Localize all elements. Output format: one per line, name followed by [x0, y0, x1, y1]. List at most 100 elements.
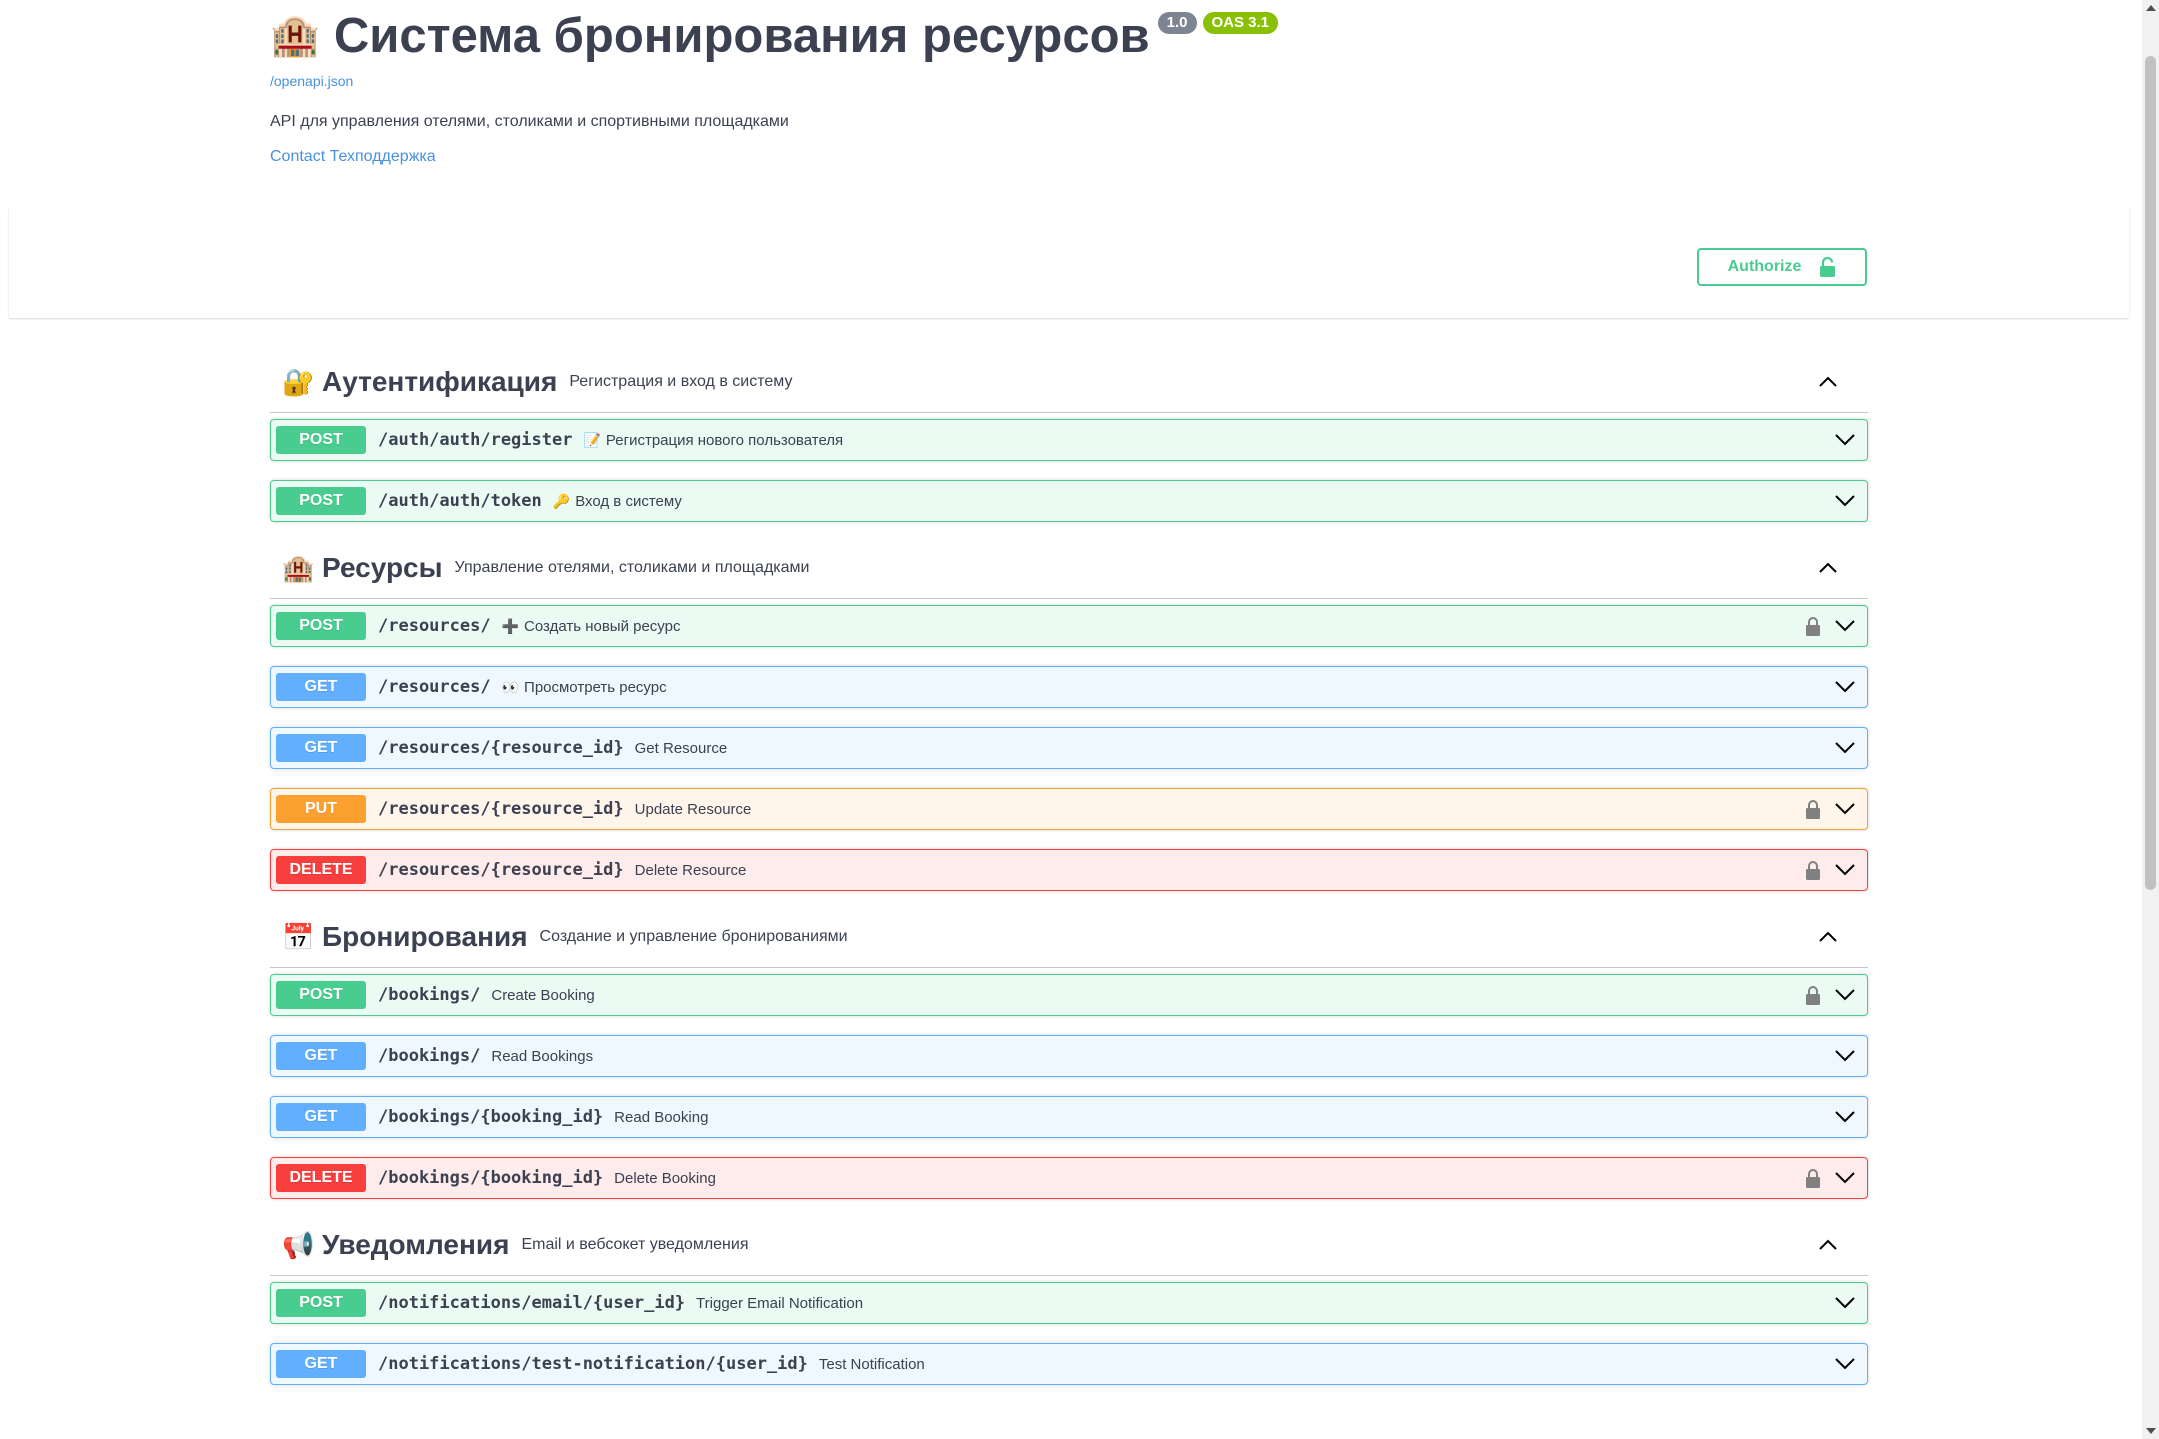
operation-get[interactable]: GET/bookings/Read Bookings [270, 1035, 1868, 1077]
operation-summary: Create Booking [491, 987, 594, 1004]
tag-section: 📢 Уведомления Email и вебсокет уведомления… [270, 1215, 1868, 1385]
operation-summary: Trigger Email Notification [696, 1295, 863, 1312]
operation-path[interactable]: /resources/{resource_id} [378, 738, 624, 758]
operation-post[interactable]: POST/auth/auth/token 🔑 Вход в систему [270, 480, 1868, 522]
openapi-json-link[interactable]: /openapi.json [270, 72, 1870, 90]
expand-chevron-down-icon[interactable] [1835, 1048, 1855, 1064]
operation-post[interactable]: POST/notifications/email/{user_id} Trigge… [270, 1282, 1868, 1324]
operation-put[interactable]: PUT/resources/{resource_id} Update Resour… [270, 788, 1868, 830]
scroll-up-arrow-icon[interactable] [2146, 5, 2156, 11]
tag-section: 🔐 Аутентификация Регистрация и вход в сист… [270, 352, 1868, 522]
expand-chevron-down-icon[interactable] [1835, 862, 1855, 878]
expand-chevron-down-icon[interactable] [1835, 801, 1855, 817]
method-badge: PUT [276, 795, 366, 823]
contact-link[interactable]: Contact Техподдержка [270, 147, 1870, 167]
operation-path[interactable]: /resources/{resource_id} [378, 799, 624, 819]
operation-post[interactable]: POST/auth/auth/register 📝 Регистрация ново… [270, 419, 1868, 461]
tag-name[interactable]: Уведомления [322, 1229, 509, 1261]
tag-name[interactable]: Ресурсы [322, 552, 443, 584]
expand-chevron-down-icon[interactable] [1835, 618, 1855, 634]
collapse-chevron-up-icon[interactable] [1818, 1235, 1838, 1255]
method-badge: POST [276, 612, 366, 640]
expand-chevron-down-icon[interactable] [1835, 1356, 1855, 1372]
operation-path[interactable]: /auth/auth/register [378, 430, 572, 450]
expand-chevron-down-icon[interactable] [1835, 987, 1855, 1003]
tag-header[interactable]: 📅 Бронирования Создание и управление брони… [270, 907, 1868, 968]
operation-summary: Read Bookings [491, 1048, 593, 1065]
operation-path[interactable]: /bookings/{booking_id} [378, 1107, 603, 1127]
tag-header[interactable]: 🏨 Ресурсы Управление отелями, столиками и … [270, 538, 1868, 599]
operation-path[interactable]: /auth/auth/token [378, 491, 542, 511]
tag-header[interactable]: 🔐 Аутентификация Регистрация и вход в сист… [270, 352, 1868, 413]
tag-emoji-icon: 🏨 [282, 552, 315, 583]
operation-summary-text: Регистрация нового пользователя [605, 431, 844, 449]
collapse-chevron-up-icon[interactable] [1818, 372, 1838, 392]
collapse-chevron-up-icon[interactable] [1818, 558, 1838, 578]
method-badge: GET [276, 1350, 366, 1378]
method-badge: POST [276, 981, 366, 1009]
operation-summary: Test Notification [819, 1356, 925, 1373]
operation-path[interactable]: /resources/ [378, 677, 491, 697]
scrollbar-thumb[interactable] [2145, 56, 2156, 890]
operation-summary-text: Update Resource [634, 800, 752, 818]
unlocked-icon [1820, 257, 1836, 277]
tag-name[interactable]: Бронирования [322, 921, 528, 953]
summary-emoji-icon: 📝 [583, 431, 601, 448]
operation-get[interactable]: GET/resources/{resource_id} Get Resource [270, 727, 1868, 769]
operation-post[interactable]: POST/resources/ ➕ Создать новый ресурс [270, 605, 1868, 647]
lock-icon[interactable] [1805, 860, 1821, 880]
title-row: 🏨 Система бронирования ресурсов 1.0 OAS … [270, 10, 1870, 72]
lock-icon[interactable] [1805, 1168, 1821, 1188]
operation-path[interactable]: /resources/ [378, 616, 491, 636]
operation-path[interactable]: /bookings/ [378, 985, 480, 1005]
collapse-chevron-up-icon[interactable] [1818, 927, 1838, 947]
operation-summary-text: Get Resource [634, 739, 728, 757]
expand-chevron-down-icon[interactable] [1835, 740, 1855, 756]
tag-name[interactable]: Аутентификация [322, 366, 557, 398]
operation-summary-text: Вход в систему [575, 492, 682, 510]
lock-icon[interactable] [1805, 985, 1821, 1005]
operation-summary-text: Delete Resource [634, 861, 747, 879]
operation-summary: Update Resource [635, 801, 752, 818]
operation-summary-text: Read Bookings [491, 1047, 594, 1065]
authorize-label: Authorize [1727, 258, 1802, 275]
scroll-down-arrow-icon[interactable] [2146, 1428, 2156, 1434]
operation-summary-text: Просмотреть ресурс [524, 678, 667, 696]
operation-summary: Read Booking [614, 1109, 708, 1126]
method-badge: GET [276, 673, 366, 701]
operation-path[interactable]: /notifications/email/{user_id} [378, 1293, 685, 1313]
tag-header[interactable]: 📢 Уведомления Email и вебсокет уведомления [270, 1215, 1868, 1276]
lock-icon[interactable] [1805, 616, 1821, 636]
api-info: 🏨 Система бронирования ресурсов 1.0 OAS … [270, 10, 1870, 167]
tag-emoji-icon: 📅 [282, 921, 315, 952]
summary-emoji-icon: 👀 [501, 678, 520, 695]
operation-delete[interactable]: DELETE/bookings/{booking_id} Delete Booki… [270, 1157, 1868, 1199]
operation-path[interactable]: /resources/{resource_id} [378, 860, 624, 880]
expand-chevron-down-icon[interactable] [1835, 1295, 1855, 1311]
operation-summary: ➕ Создать новый ресурс [502, 618, 681, 635]
operation-summary: Delete Resource [635, 862, 747, 879]
authorize-button[interactable]: Authorize [1697, 248, 1867, 286]
operation-get[interactable]: GET/notifications/test-notification/{use… [270, 1343, 1868, 1385]
lock-icon[interactable] [1805, 799, 1821, 819]
operation-get[interactable]: GET/bookings/{booking_id} Read Booking [270, 1096, 1868, 1138]
operation-summary: 👀 Просмотреть ресурс [502, 679, 667, 696]
operation-get[interactable]: GET/resources/ 👀 Просмотреть ресурс [270, 666, 1868, 708]
scrollbar[interactable] [2142, 0, 2159, 1439]
expand-chevron-down-icon[interactable] [1835, 679, 1855, 695]
operation-post[interactable]: POST/bookings/Create Booking [270, 974, 1868, 1016]
method-badge: GET [276, 1103, 366, 1131]
expand-chevron-down-icon[interactable] [1835, 1109, 1855, 1125]
expand-chevron-down-icon[interactable] [1835, 432, 1855, 448]
operation-delete[interactable]: DELETE/resources/{resource_id} Delete Res… [270, 849, 1868, 891]
method-badge: GET [276, 1042, 366, 1070]
operation-path[interactable]: /bookings/ [378, 1046, 480, 1066]
operation-path[interactable]: /bookings/{booking_id} [378, 1168, 603, 1188]
expand-chevron-down-icon[interactable] [1835, 493, 1855, 509]
tag-emoji-icon: 📢 [282, 1229, 315, 1260]
version-badge: 1.0 [1157, 12, 1197, 34]
expand-chevron-down-icon[interactable] [1835, 1170, 1855, 1186]
operation-path[interactable]: /notifications/test-notification/{user_i… [378, 1354, 808, 1374]
operation-summary-text: Создать новый ресурс [524, 617, 681, 635]
hotel-icon: 🏨 [270, 14, 320, 58]
